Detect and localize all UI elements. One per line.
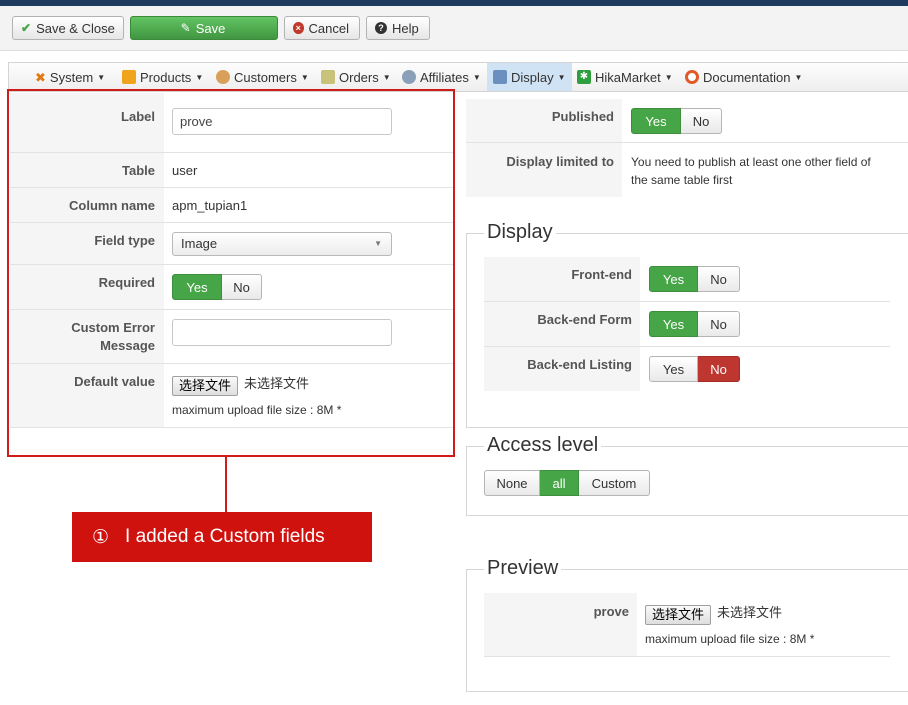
menu-system[interactable]: ✖ System ▼ <box>35 63 105 91</box>
annotation-connector <box>225 457 227 513</box>
front-end-label: Front-end <box>571 267 632 282</box>
preview-choose-file-button[interactable]: 选择文件 <box>645 605 712 625</box>
back-end-form-label: Back-end Form <box>537 312 632 327</box>
annotation-text: I added a Custom fields <box>125 526 325 547</box>
menu-display[interactable]: Display ▼ <box>487 63 572 91</box>
documentation-icon <box>685 70 699 84</box>
caret-down-icon: ▼ <box>557 72 566 82</box>
row-divider <box>466 142 908 143</box>
display-icon <box>493 70 507 84</box>
annotation-number: ① <box>92 526 110 548</box>
caret-down-icon: ▼ <box>472 72 481 82</box>
back-end-form-yes-button[interactable]: Yes <box>649 311 698 337</box>
access-all-button[interactable]: all <box>540 470 579 496</box>
access-none-button[interactable]: None <box>484 470 540 496</box>
edit-icon: ✎ <box>180 21 191 35</box>
preview-upload-size-hint: maximum upload file size : 8M * <box>645 632 815 646</box>
hikamarket-icon: ✱ <box>577 70 591 84</box>
row-divider <box>484 301 890 302</box>
access-custom-button[interactable]: Custom <box>579 470 650 496</box>
cancel-button[interactable]: × Cancel <box>284 16 360 40</box>
caret-down-icon: ▼ <box>664 72 673 82</box>
front-end-yes-button[interactable]: Yes <box>649 266 698 292</box>
published-toggle: Yes No <box>631 108 722 134</box>
back-end-form-toggle: Yes No <box>649 311 740 337</box>
display-legend: Display <box>484 221 556 244</box>
front-end-toggle: Yes No <box>649 266 740 292</box>
access-level-legend: Access level <box>484 434 602 457</box>
main-menu: ✖ System ▼ Products ▼ Customers ▼ Orders ▼ A… <box>8 62 908 92</box>
menu-products[interactable]: Products ▼ <box>122 63 203 91</box>
back-end-listing-toggle: Yes No <box>649 356 740 382</box>
caret-down-icon: ▼ <box>794 72 803 82</box>
caret-down-icon: ▼ <box>97 72 106 82</box>
preview-field-label: prove <box>593 604 629 619</box>
row-divider <box>484 346 890 347</box>
menu-affiliates[interactable]: Affiliates ▼ <box>402 63 481 91</box>
published-label: Published <box>551 109 614 124</box>
save-button[interactable]: ✎ Save <box>130 16 278 40</box>
row-divider <box>484 656 890 657</box>
front-end-no-button[interactable]: No <box>698 266 740 292</box>
preview-no-file-chosen-text: 未选择文件 <box>717 605 783 620</box>
back-end-listing-label: Back-end Listing <box>527 357 632 372</box>
display-limited-label: Display limited to <box>506 154 614 169</box>
menu-customers[interactable]: Customers ▼ <box>216 63 309 91</box>
caret-down-icon: ▼ <box>382 72 391 82</box>
back-end-listing-no-button[interactable]: No <box>698 356 740 382</box>
customers-icon <box>216 70 230 84</box>
affiliates-icon <box>402 70 416 84</box>
help-button[interactable]: ? Help <box>366 16 430 40</box>
back-end-listing-yes-button[interactable]: Yes <box>649 356 698 382</box>
menu-hikamarket[interactable]: ✱ HikaMarket ▼ <box>577 63 673 91</box>
access-level-toggle: None all Custom <box>484 470 650 496</box>
menu-documentation[interactable]: Documentation ▼ <box>685 63 802 91</box>
toolbar: ✔ Save & Close ✎ Save × Cancel ? Help <box>0 6 908 51</box>
back-end-form-no-button[interactable]: No <box>698 311 740 337</box>
cancel-icon: × <box>293 22 304 34</box>
check-icon: ✔ <box>21 21 32 35</box>
preview-legend: Preview <box>484 557 562 580</box>
highlight-box <box>7 89 455 457</box>
menu-orders[interactable]: Orders ▼ <box>321 63 391 91</box>
caret-down-icon: ▼ <box>300 72 309 82</box>
wrench-icon: ✖ <box>35 69 46 85</box>
display-limited-message: You need to publish at least one other f… <box>631 155 871 187</box>
published-no-button[interactable]: No <box>681 108 722 134</box>
orders-icon <box>321 70 335 84</box>
annotation-callout: ① I added a Custom fields <box>72 512 372 562</box>
published-yes-button[interactable]: Yes <box>631 108 681 134</box>
save-close-button[interactable]: ✔ Save & Close <box>12 16 124 40</box>
help-icon: ? <box>375 22 387 34</box>
caret-down-icon: ▼ <box>195 72 204 82</box>
products-icon <box>122 70 136 84</box>
